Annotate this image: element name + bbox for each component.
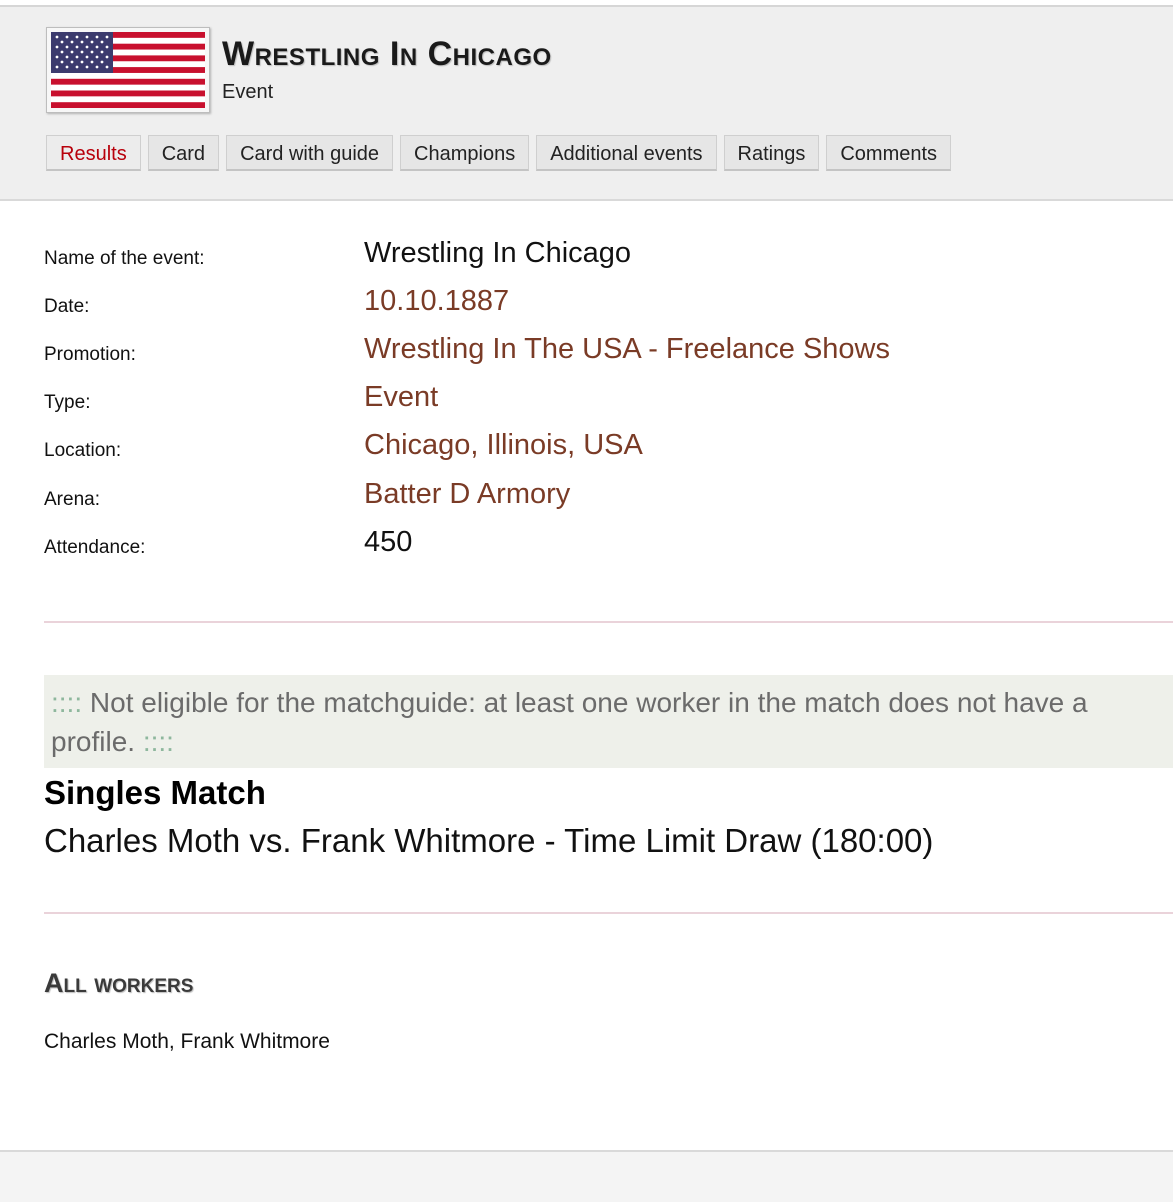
info-link-date[interactable]: 10.10.1887 bbox=[364, 285, 509, 318]
info-label: Attendance: bbox=[44, 537, 146, 558]
info-label: Arena: bbox=[44, 489, 100, 510]
page-subtitle: Event bbox=[222, 81, 274, 103]
event-header: Wrestling In Chicago Event Results Card … bbox=[0, 7, 1173, 201]
info-row-type: Type: Event bbox=[44, 376, 1144, 424]
info-label: Location: bbox=[44, 440, 122, 461]
notice-text: Not eligible for the matchguide: at leas… bbox=[51, 687, 1088, 757]
info-link-location[interactable]: Chicago, Illinois, USA bbox=[364, 429, 643, 462]
info-row-location: Location: Chicago, Illinois, USA bbox=[44, 424, 1144, 472]
notice-suffix: :::: bbox=[142, 726, 174, 757]
tab-comments[interactable]: Comments bbox=[826, 135, 952, 171]
info-value-name: Wrestling In Chicago bbox=[364, 237, 632, 269]
info-label: Name of the event: bbox=[44, 248, 205, 269]
tab-card-with-guide[interactable]: Card with guide bbox=[226, 135, 394, 171]
divider bbox=[44, 621, 1173, 623]
all-workers-heading: All workers bbox=[44, 968, 194, 998]
matchguide-notice: :::: Not eligible for the matchguide: at… bbox=[44, 675, 1173, 768]
info-link-type[interactable]: Event bbox=[364, 381, 438, 414]
usa-flag-icon bbox=[46, 27, 210, 113]
tab-additional-events[interactable]: Additional events bbox=[536, 135, 717, 171]
match-result: Charles Moth vs. Frank Whitmore - Time L… bbox=[44, 822, 934, 859]
divider bbox=[44, 912, 1173, 914]
tab-ratings[interactable]: Ratings bbox=[723, 135, 820, 171]
info-row-promotion: Promotion: Wrestling In The USA - Freela… bbox=[44, 328, 1144, 376]
all-workers-list: Charles Moth, Frank Whitmore bbox=[44, 1030, 330, 1053]
tab-card[interactable]: Card bbox=[147, 135, 220, 171]
info-label: Date: bbox=[44, 296, 90, 317]
tab-champions[interactable]: Champions bbox=[400, 135, 530, 171]
tab-results[interactable]: Results bbox=[46, 135, 141, 171]
info-row-name: Name of the event: Wrestling In Chicago bbox=[44, 232, 1144, 280]
info-value-attendance: 450 bbox=[364, 526, 413, 558]
tab-bar: Results Card Card with guide Champions A… bbox=[46, 135, 952, 171]
info-link-promotion[interactable]: Wrestling In The USA - Freelance Shows bbox=[364, 333, 890, 366]
info-label: Type: bbox=[44, 392, 91, 413]
info-label: Promotion: bbox=[44, 344, 136, 365]
footer-area bbox=[0, 1150, 1173, 1202]
top-border bbox=[0, 0, 1173, 7]
info-row-date: Date: 10.10.1887 bbox=[44, 280, 1144, 328]
notice-prefix: :::: bbox=[51, 687, 83, 718]
page-title: Wrestling In Chicago bbox=[222, 35, 552, 73]
info-row-arena: Arena: Batter D Armory bbox=[44, 473, 1144, 521]
info-link-arena[interactable]: Batter D Armory bbox=[364, 478, 570, 511]
match-type: Singles Match bbox=[44, 774, 266, 811]
info-row-attendance: Attendance: 450 bbox=[44, 521, 1144, 569]
